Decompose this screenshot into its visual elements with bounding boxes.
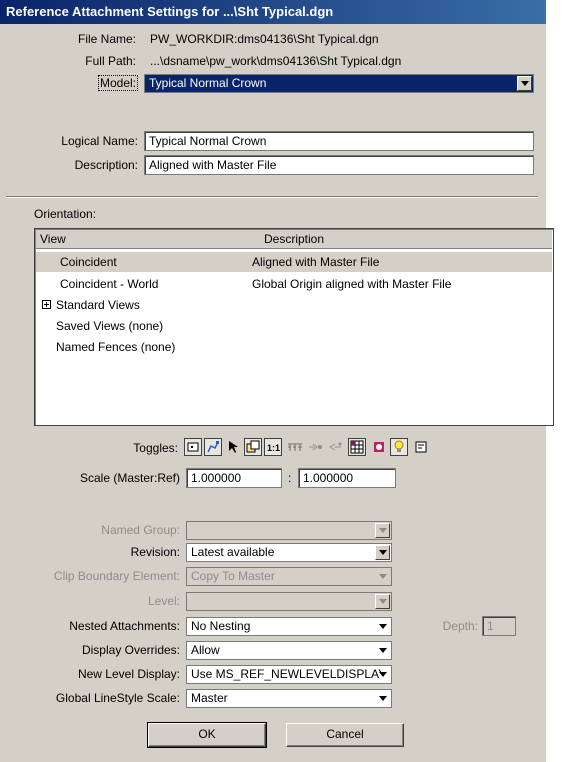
chevron-down-icon [378, 696, 387, 701]
revision-dropdown-button[interactable] [375, 545, 390, 560]
list-item-coincident-world[interactable]: Coincident - World Global Origin aligned… [36, 274, 552, 294]
nested-attachments-label: Nested Attachments: [69, 619, 180, 633]
chevron-down-icon [520, 81, 529, 86]
true-scale-icon[interactable]: 1:1 [264, 438, 282, 456]
level-dropdown-button[interactable] [375, 594, 390, 609]
nested-attachments-dropdown-button[interactable] [375, 619, 390, 634]
scale-master-input[interactable]: 1.000000 [186, 468, 282, 488]
orientation-list-header: View Description [36, 230, 552, 249]
annotation-icon[interactable] [370, 438, 388, 456]
snap-icon[interactable] [204, 438, 222, 456]
display-icon[interactable] [184, 438, 202, 456]
list-item-saved-views[interactable]: Saved Views (none) [36, 316, 552, 336]
dialog-title: Reference Attachment Settings for ...\Sh… [0, 0, 546, 24]
list-item-coincident[interactable]: Coincident Aligned with Master File [36, 252, 552, 272]
new-level-display-dropdown[interactable]: Use MS_REF_NEWLEVELDISPLAY [186, 665, 392, 684]
display-overrides-value: Allow [191, 643, 220, 657]
list-item-view: Standard Views [56, 298, 140, 312]
depth-input[interactable]: 1 [482, 616, 516, 636]
description-label: Description: [74, 158, 138, 172]
model-dropdown[interactable]: Typical Normal Crown [144, 74, 534, 93]
chevron-down-icon [378, 528, 387, 533]
list-item-view: Coincident [60, 255, 117, 269]
revision-value: Latest available [191, 545, 275, 559]
linestyle-scale-value: Master [191, 691, 228, 705]
file-name-value: PW_WORKDIR:dms04136\Sht Typical.dgn [150, 32, 379, 46]
new-level-display-value: Use MS_REF_NEWLEVELDISPLAY [191, 667, 381, 681]
logical-name-input[interactable]: Typical Normal Crown [144, 131, 534, 151]
model-label: Model: [36, 74, 138, 92]
logical-name-label: Logical Name: [61, 134, 138, 148]
display-overrides-label: Display Overrides: [81, 643, 180, 657]
list-item-description: Global Origin aligned with Master File [252, 277, 452, 291]
nested-attachments-value: No Nesting [191, 619, 251, 633]
new-level-display-label: New Level Display: [77, 667, 180, 681]
chevron-down-icon [378, 550, 387, 555]
named-group-dropdown-button[interactable] [375, 523, 390, 538]
linestyle-scale-dropdown-button[interactable] [375, 691, 390, 706]
new-level-display-dropdown-button[interactable] [375, 667, 390, 682]
chevron-down-icon [378, 648, 387, 653]
clip-boundary-dropdown[interactable]: Copy To Master [186, 567, 392, 586]
list-item-view: Saved Views (none) [56, 319, 164, 333]
scale-ref-input[interactable]: 1.000000 [298, 468, 396, 488]
level-dropdown[interactable] [186, 592, 392, 611]
revision-label: Revision: [130, 545, 180, 559]
model-dropdown-button[interactable] [517, 76, 532, 91]
clip-boundary-label: Clip Boundary Element: [53, 569, 180, 583]
toggles-label: Toggles: [133, 441, 178, 455]
orientation-label: Orientation: [34, 207, 97, 221]
chevron-down-icon [378, 574, 387, 579]
column-header-view[interactable]: View [40, 231, 66, 247]
book-icon[interactable] [412, 438, 430, 456]
cancel-button[interactable]: Cancel [286, 723, 404, 747]
full-path-label: Full Path: [85, 54, 136, 68]
chevron-down-icon [378, 624, 387, 629]
scale-line-styles-icon[interactable] [286, 438, 304, 456]
list-item-view: Coincident - World [60, 277, 159, 291]
light-bulb-icon[interactable] [390, 438, 408, 456]
ok-button[interactable]: OK [147, 722, 267, 748]
list-item-standard-views[interactable]: Standard Views [36, 295, 552, 315]
column-header-description[interactable]: Description [264, 231, 324, 247]
list-item-view: Named Fences (none) [56, 340, 176, 354]
reference-attachment-dialog: Reference Attachment Settings for ...\Sh… [0, 0, 554, 762]
expand-plus-icon[interactable] [42, 300, 51, 309]
file-name-label: File Name: [77, 32, 136, 46]
treat-as-element-icon[interactable] [244, 438, 262, 456]
revision-dropdown[interactable]: Latest available [186, 543, 392, 562]
chevron-down-icon [378, 672, 387, 677]
model-label-text: Model: [97, 75, 138, 91]
svg-text:1:1: 1:1 [267, 443, 280, 453]
display-overrides-dropdown-button[interactable] [375, 643, 390, 658]
named-group-label: Named Group: [101, 523, 180, 537]
clip-boundary-value: Copy To Master [191, 569, 275, 583]
linestyle-scale-label: Global LineStyle Scale: [55, 691, 180, 705]
scale-label: Scale (Master:Ref) [79, 471, 180, 485]
scale-separator: : [288, 471, 292, 485]
use-lights-icon[interactable] [326, 438, 344, 456]
ignore-attachment-icon[interactable] [306, 438, 324, 456]
list-item-description: Aligned with Master File [252, 255, 380, 269]
list-item-named-fences[interactable]: Named Fences (none) [36, 337, 552, 357]
clip-boundary-dropdown-button[interactable] [375, 569, 390, 584]
level-overrides-icon[interactable] [348, 438, 366, 456]
named-group-dropdown[interactable] [186, 521, 392, 540]
orientation-list[interactable]: View Description Coincident Aligned with… [34, 228, 554, 426]
nested-attachments-dropdown[interactable]: No Nesting [186, 617, 392, 636]
full-path-value: ...\dsname\pw_work\dms04136\Sht Typical.… [150, 54, 402, 68]
depth-label: Depth: [442, 619, 478, 633]
separator [6, 196, 538, 198]
display-overrides-dropdown[interactable]: Allow [186, 641, 392, 660]
linestyle-scale-dropdown[interactable]: Master [186, 689, 392, 708]
chevron-down-icon [378, 599, 387, 604]
level-label: Level: [147, 594, 180, 608]
description-input[interactable]: Aligned with Master File [144, 155, 534, 175]
model-value: Typical Normal Crown [149, 76, 267, 90]
locate-icon[interactable] [224, 438, 242, 456]
